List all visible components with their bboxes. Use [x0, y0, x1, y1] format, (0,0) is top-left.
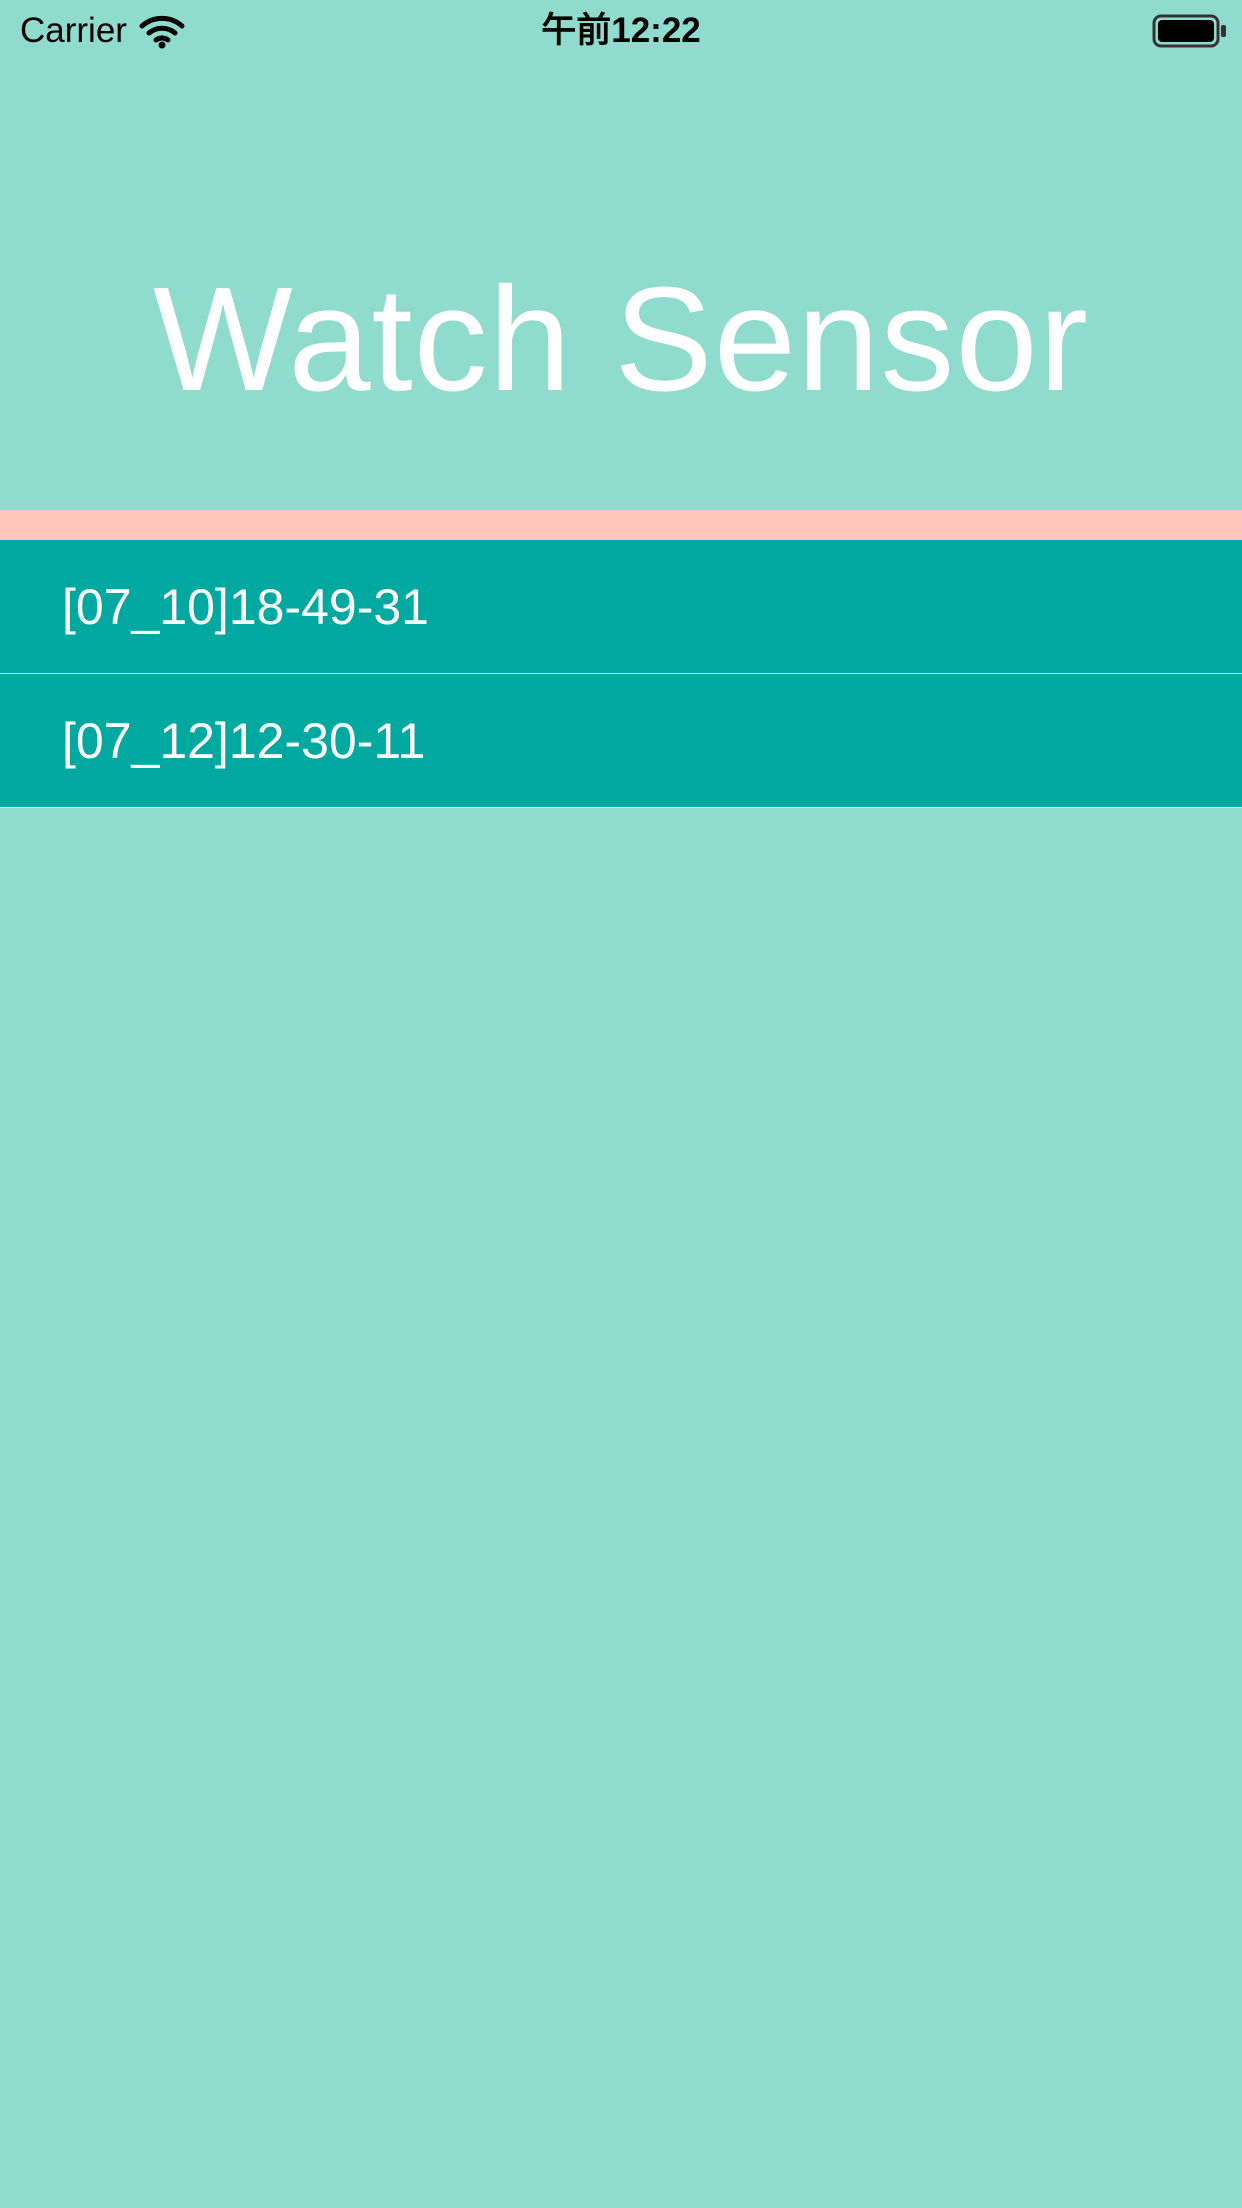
list-item-label: [07_10]18-49-31 [62, 578, 429, 635]
battery-full-icon [1152, 14, 1226, 48]
accent-strip [0, 510, 1242, 540]
title-area: Watch Sensor [0, 210, 1242, 470]
status-bar: Carrier 午前12:22 [0, 0, 1242, 62]
list-item[interactable]: [07_10]18-49-31 [0, 540, 1242, 674]
list-item[interactable]: [07_12]12-30-11 [0, 674, 1242, 808]
list-item-label: [07_12]12-30-11 [62, 712, 426, 769]
page-title: Watch Sensor [153, 257, 1089, 422]
session-list: [07_10]18-49-31 [07_12]12-30-11 [0, 540, 1242, 808]
clock: 午前12:22 [541, 11, 701, 50]
